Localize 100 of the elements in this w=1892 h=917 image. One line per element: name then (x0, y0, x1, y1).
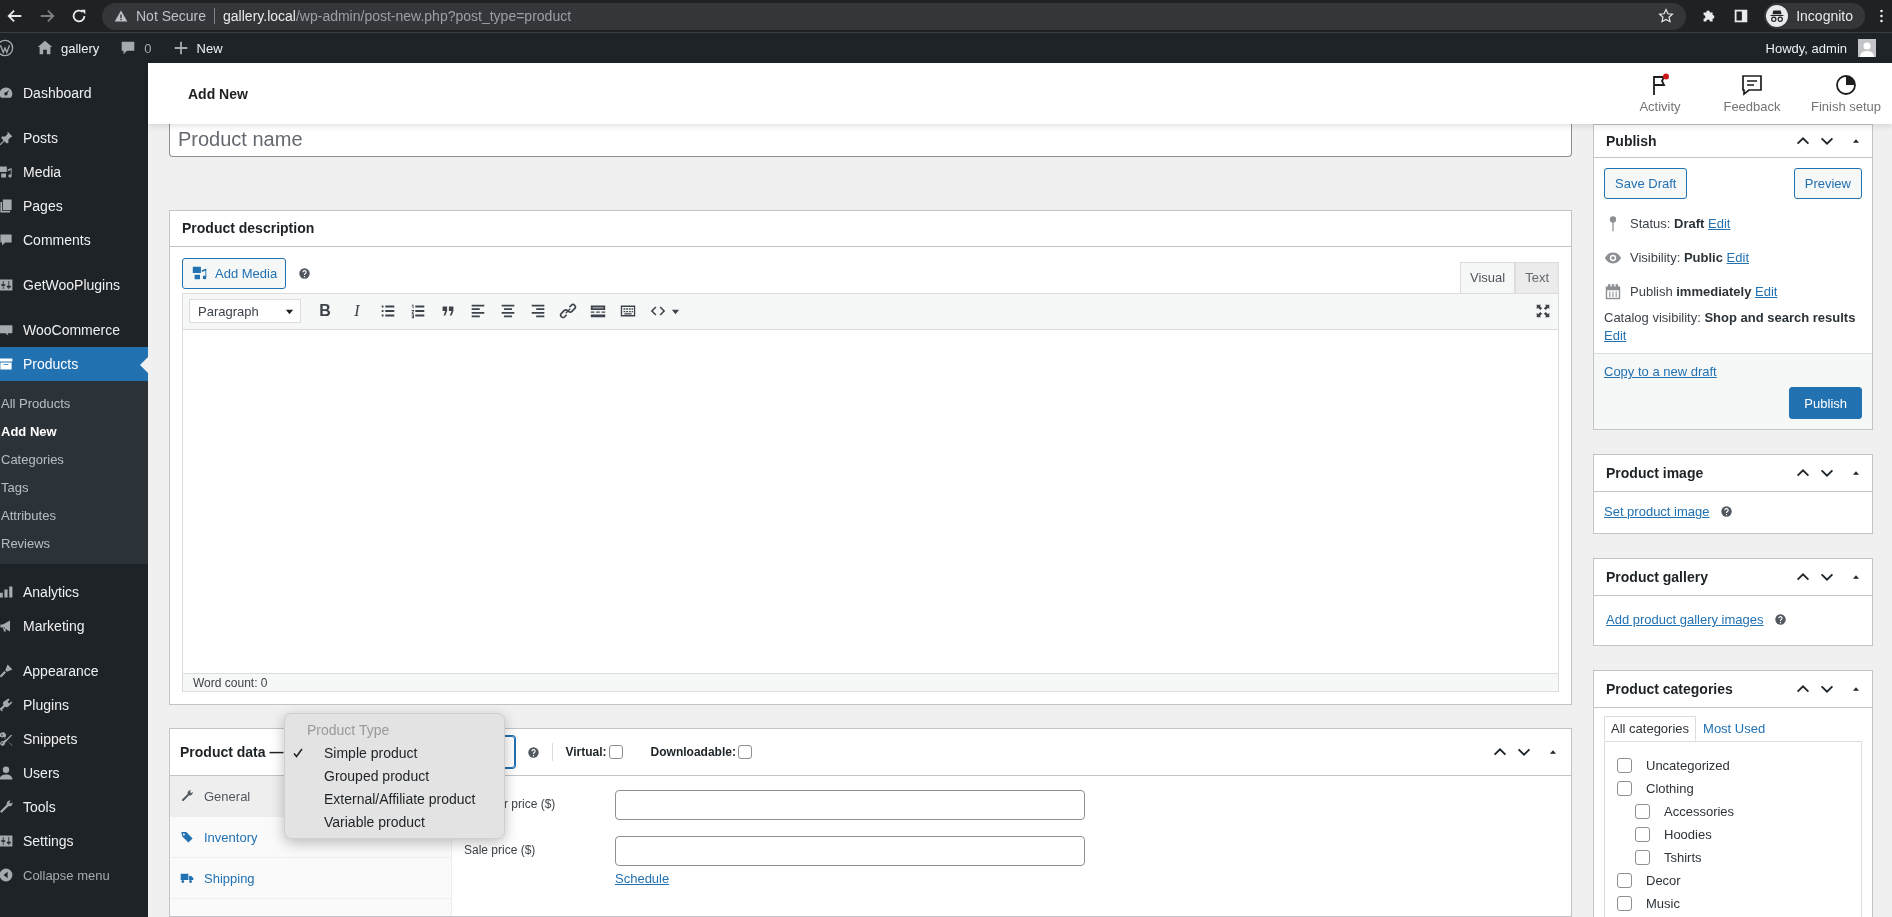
header-action[interactable]: Finish setup (1800, 73, 1892, 114)
address-bar[interactable]: Not Secure gallery.local/wp-admin/post-new.php?post_type=product (102, 2, 1687, 30)
publish-setting: Status: Draft Edit (1630, 214, 1731, 233)
bar-chart-icon (0, 584, 14, 600)
category-checkbox[interactable]: Decor (1617, 869, 1849, 893)
preview-button[interactable]: Preview (1793, 168, 1862, 199)
downloadable-checkbox[interactable]: Downloadable: (650, 745, 752, 759)
checkbox[interactable] (1635, 827, 1650, 843)
menu-item[interactable]: Appearance (0, 654, 148, 688)
category-checkbox[interactable]: Clothing (1617, 777, 1849, 801)
menu-option[interactable]: Simple product (285, 741, 504, 764)
site-link[interactable]: gallery (26, 39, 110, 57)
submenu-item[interactable]: All Products (0, 389, 148, 417)
menu-item[interactable]: Users (0, 756, 148, 790)
virtual-checkbox[interactable]: Virtual: (565, 745, 623, 759)
more-menu-icon[interactable] (1879, 7, 1884, 25)
profile-button[interactable]: Incognito (1764, 3, 1865, 29)
menu-item[interactable]: GetWooPlugins (0, 268, 148, 302)
checkbox[interactable] (1635, 804, 1650, 820)
link-icon[interactable] (559, 302, 577, 321)
warning-icon (114, 9, 128, 23)
speech-bubble-icon (0, 232, 14, 248)
menu-item[interactable]: Plugins (0, 688, 148, 722)
category-checkbox[interactable]: Hoodies (1635, 823, 1849, 847)
collapse-arrow-icon (0, 867, 14, 883)
italic-button[interactable]: I (347, 302, 367, 321)
back-arrow-icon[interactable] (6, 7, 24, 25)
publish-button[interactable]: Publish (1789, 387, 1862, 420)
checkbox[interactable] (1635, 850, 1650, 866)
submenu-item[interactable]: Tags (0, 473, 148, 501)
add-gallery-link[interactable]: Add product gallery images (1606, 612, 1764, 628)
edit-link[interactable]: Edit (1708, 215, 1731, 231)
menu-item[interactable]: Products (0, 347, 148, 381)
category-checkbox[interactable]: Music (1617, 892, 1849, 916)
new-link[interactable]: New (161, 39, 233, 57)
category-tab[interactable]: Most Used (1696, 716, 1773, 742)
reload-icon[interactable] (70, 7, 88, 25)
account-link[interactable]: Howdy, admin (1755, 39, 1886, 57)
forward-arrow-icon[interactable] (38, 7, 56, 25)
price-field[interactable] (615, 836, 1085, 866)
bold-button[interactable]: B (315, 302, 335, 321)
menu-item[interactable]: Snippets (0, 722, 148, 756)
comments-link[interactable]: 0 (109, 39, 162, 57)
wordpress-logo-icon[interactable] (0, 39, 14, 57)
collapse-menu-button[interactable]: Collapse menu (0, 858, 148, 892)
checkbox[interactable] (1617, 781, 1632, 797)
submenu-item[interactable]: Add New (0, 417, 148, 445)
submenu-item[interactable]: Reviews (0, 529, 148, 557)
menu-item[interactable]: Tools (0, 790, 148, 824)
format-select[interactable]: Paragraph (189, 299, 301, 324)
field-label: Sale price ($) (464, 842, 537, 859)
header-action[interactable]: Activity (1616, 73, 1704, 114)
category-checkbox[interactable]: Tshirts (1635, 846, 1849, 870)
category-tab[interactable]: All categories (1604, 716, 1697, 742)
submenu-item[interactable]: Attributes (0, 501, 148, 529)
schedule-link[interactable]: Schedule (615, 871, 1085, 886)
checkbox[interactable] (1617, 896, 1632, 912)
category-label: Tshirts (1664, 850, 1702, 866)
product-name-field[interactable]: Product name (169, 124, 1572, 157)
product-data-tab[interactable]: Shipping (170, 858, 451, 899)
price-field[interactable] (615, 790, 1085, 820)
menu-item[interactable]: Dashboard (0, 76, 148, 110)
star-icon[interactable] (1658, 8, 1675, 24)
menu-option[interactable]: Grouped product (285, 764, 504, 787)
category-label: Music (1646, 896, 1680, 912)
edit-link[interactable]: Edit (1604, 328, 1627, 344)
menu-item[interactable]: Comments (0, 223, 148, 257)
copy-draft-link[interactable]: Copy to a new draft (1604, 364, 1717, 380)
edit-link[interactable]: Edit (1726, 249, 1749, 265)
menu-item[interactable]: Posts (0, 121, 148, 155)
editor-tab[interactable]: Text (1515, 261, 1559, 293)
category-checkbox[interactable]: Accessories (1635, 800, 1849, 824)
menu-option[interactable]: Variable product (285, 810, 504, 833)
menu-item[interactable]: Settings (0, 824, 148, 858)
editor-tab[interactable]: Visual (1459, 261, 1516, 293)
checkbox[interactable] (1617, 873, 1632, 889)
publish-setting: Visibility: Public Edit (1630, 248, 1749, 267)
numbered-list-icon[interactable] (409, 302, 427, 321)
header-action[interactable]: Feedback (1708, 73, 1796, 114)
submenu-item[interactable]: Categories (0, 445, 148, 473)
add-media-button[interactable]: Add Media (182, 257, 287, 289)
set-image-link[interactable]: Set product image (1604, 504, 1710, 520)
checkbox[interactable] (1617, 758, 1632, 774)
category-checkbox[interactable]: Uncategorized (1617, 754, 1849, 778)
avatar-icon (1858, 39, 1876, 57)
menu-option[interactable]: External/Affiliate product (285, 787, 504, 810)
checkbox[interactable] (737, 745, 752, 759)
menu-item[interactable]: Pages (0, 189, 148, 223)
menu-item[interactable]: Analytics (0, 575, 148, 609)
checkbox[interactable] (608, 745, 623, 759)
word-count: Word count: 0 (193, 675, 268, 690)
page-title: Add New (188, 85, 248, 102)
panel-title: Product categories (1606, 681, 1733, 698)
feedback-icon (1740, 73, 1764, 97)
menu-item[interactable]: Media (0, 155, 148, 189)
save-draft-button[interactable]: Save Draft (1604, 168, 1688, 199)
help-icon (1773, 613, 1787, 627)
menu-item[interactable]: WooCommerce (0, 313, 148, 347)
menu-item[interactable]: Marketing (0, 609, 148, 643)
edit-link[interactable]: Edit (1755, 283, 1778, 299)
